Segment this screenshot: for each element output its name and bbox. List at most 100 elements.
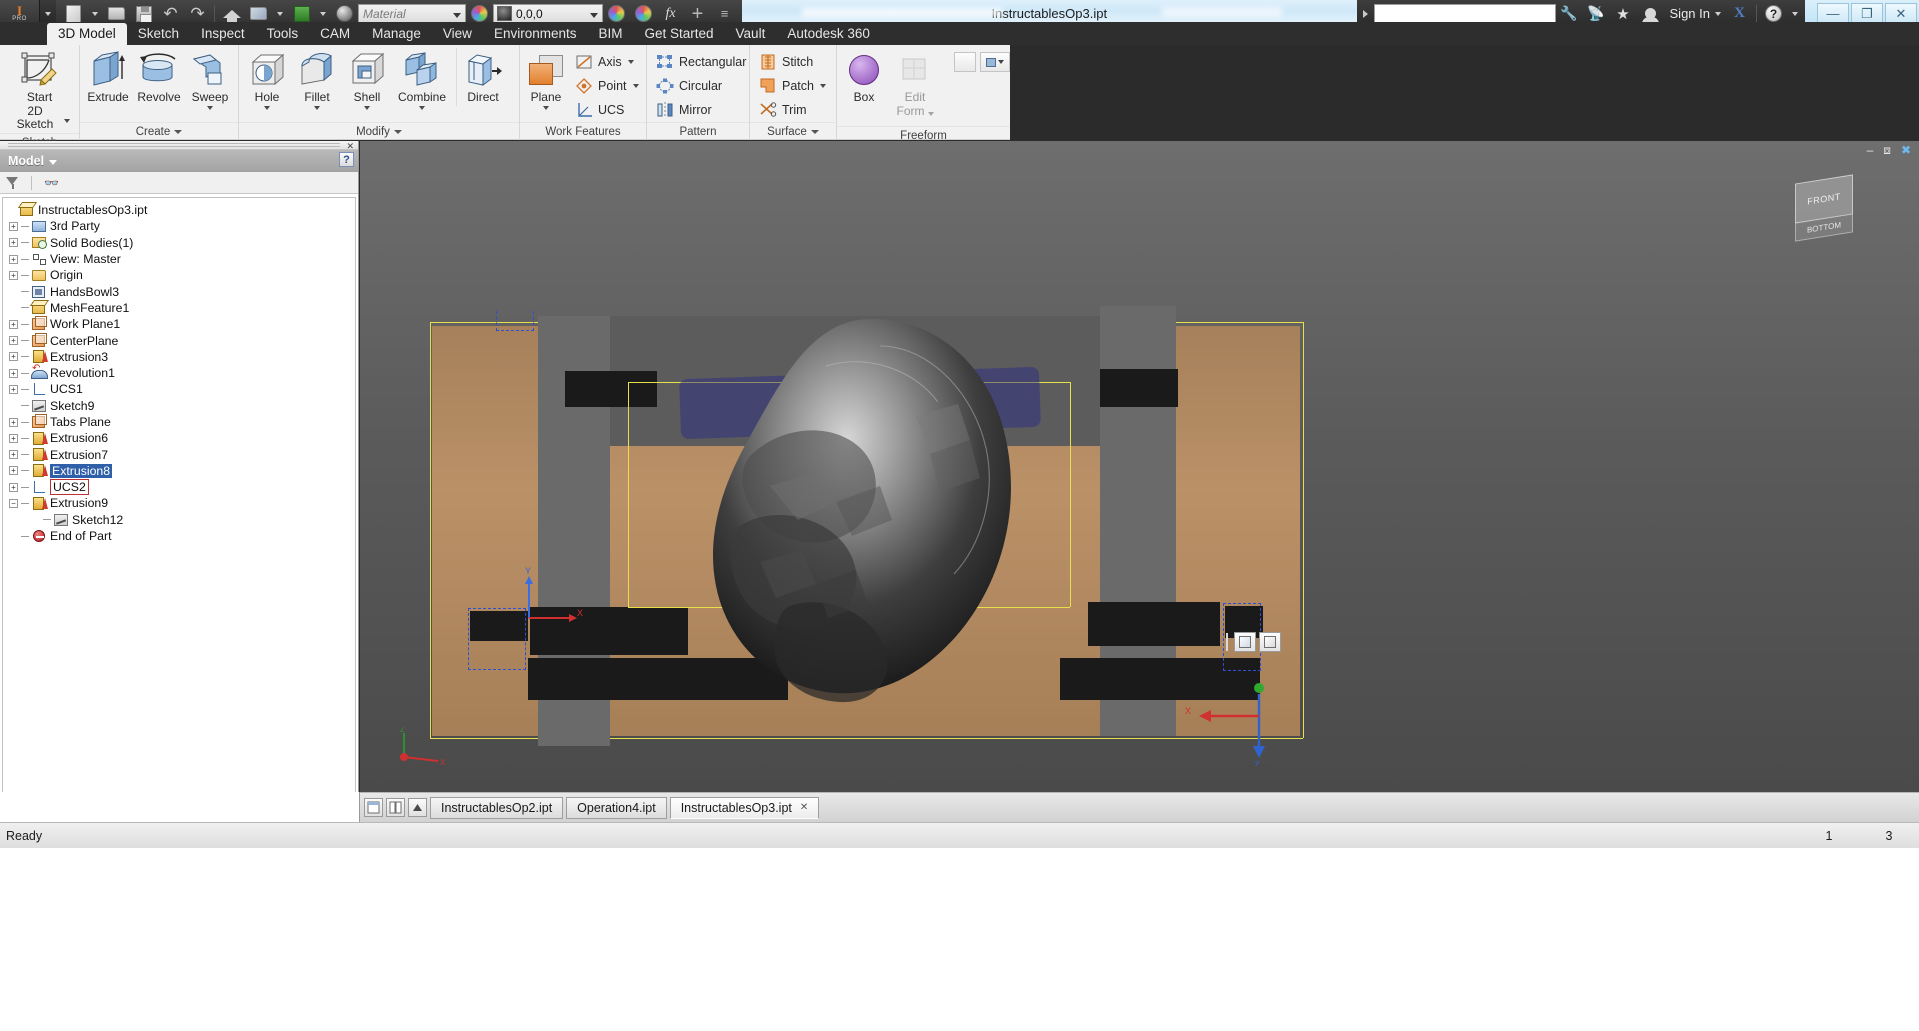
document-tab-close-icon[interactable]: ✕ xyxy=(800,802,808,813)
expand-icon[interactable]: + xyxy=(9,433,18,443)
tree-item-ucs2[interactable]: + UCS2 xyxy=(3,479,355,496)
expand-icon[interactable]: + xyxy=(9,384,18,394)
box-button[interactable]: Box xyxy=(840,48,888,106)
circular-pattern-button[interactable]: Circular xyxy=(650,74,751,98)
tab-vault[interactable]: Vault xyxy=(725,23,777,45)
expand-icon[interactable]: + xyxy=(9,270,18,280)
browser-chevron-down-icon[interactable] xyxy=(49,160,58,165)
create-panel-chevron-down-icon[interactable] xyxy=(174,129,183,134)
signin-chevron-down-icon[interactable] xyxy=(1715,11,1721,16)
expand-icon[interactable]: + xyxy=(9,254,18,264)
tree-item-extrusion8[interactable]: + Extrusion8 xyxy=(3,463,355,479)
restore-button[interactable]: ❐ xyxy=(1851,3,1883,24)
revolve-button[interactable]: Revolve xyxy=(133,48,185,106)
expand-icon[interactable]: + xyxy=(9,319,18,329)
document-tab-operation4[interactable]: Operation4.ipt xyxy=(566,796,667,819)
tab-manage[interactable]: Manage xyxy=(361,23,432,45)
trim-button[interactable]: Trim xyxy=(753,98,831,122)
model-browser-tree[interactable]: InstructablesOp3.ipt + 3rd Party + Solid… xyxy=(2,197,356,814)
viewport-minimize-icon[interactable]: – xyxy=(1867,143,1874,157)
search-input[interactable] xyxy=(1373,4,1556,23)
patch-button[interactable]: Patch xyxy=(753,74,831,98)
surface-panel-chevron-down-icon[interactable] xyxy=(810,129,819,134)
tree-item-tabs-plane[interactable]: + Tabs Plane xyxy=(3,414,355,430)
tree-item-extrusion6[interactable]: + Extrusion6 xyxy=(3,430,355,446)
tree-item-part[interactable]: InstructablesOp3.ipt xyxy=(3,202,355,218)
edit-form-button[interactable]: Edit Form xyxy=(888,48,942,120)
document-tab-instructablesop2[interactable]: InstructablesOp2.ipt xyxy=(430,796,564,819)
sweep-chevron-down-icon[interactable] xyxy=(207,106,213,110)
sweep-button[interactable]: Sweep xyxy=(185,48,235,112)
start-2d-sketch-chevron-down-icon[interactable] xyxy=(64,118,70,123)
browser-help-button[interactable]: ? xyxy=(339,152,354,167)
tree-item-revolution1[interactable]: + Revolution1 xyxy=(3,363,355,381)
material-selector[interactable]: Material xyxy=(358,3,466,24)
mini-toolbar[interactable] xyxy=(1226,630,1288,654)
tab-get-started[interactable]: Get Started xyxy=(634,23,725,45)
stitch-button[interactable]: Stitch xyxy=(753,50,831,74)
tab-3d-model[interactable]: 3D Model xyxy=(47,23,127,45)
search-expand-icon[interactable] xyxy=(1362,9,1368,18)
browser-grip-bar[interactable]: ✕ xyxy=(0,141,358,151)
expand-icon[interactable]: + xyxy=(9,417,18,427)
appearance-chevron-down-icon[interactable] xyxy=(277,11,283,16)
plane-chevron-down-icon[interactable] xyxy=(543,106,549,110)
hole-chevron-down-icon[interactable] xyxy=(264,106,270,110)
expand-icon[interactable]: + xyxy=(9,368,18,378)
axis-button[interactable]: Axis xyxy=(569,50,647,74)
expand-icon[interactable]: + xyxy=(9,336,18,346)
hole-button[interactable]: Hole xyxy=(242,48,292,112)
combine-button[interactable]: Combine xyxy=(392,48,452,112)
new-chevron-down-icon[interactable] xyxy=(92,11,98,16)
viewport-restore-icon[interactable]: ⧈ xyxy=(1883,143,1891,158)
document-tab-instructablesop3[interactable]: InstructablesOp3.ipt ✕ xyxy=(669,796,820,819)
tree-item-extrusion9[interactable]: − Extrusion9 xyxy=(3,495,355,511)
ucs-button[interactable]: UCS xyxy=(569,98,647,122)
mirror-button[interactable]: Mirror xyxy=(650,98,751,122)
close-button[interactable]: ✕ xyxy=(1885,3,1917,24)
panel-overflow-button[interactable] xyxy=(980,52,1010,72)
shell-chevron-down-icon[interactable] xyxy=(364,106,370,110)
tab-sketch[interactable]: Sketch xyxy=(127,23,190,45)
material-chevron-down-icon[interactable] xyxy=(453,12,461,18)
fillet-chevron-down-icon[interactable] xyxy=(314,106,320,110)
feature-properties-button[interactable] xyxy=(1259,632,1281,652)
expand-icon[interactable]: + xyxy=(9,238,18,248)
return-chevron-down-icon[interactable] xyxy=(320,11,326,16)
tab-view[interactable]: View xyxy=(432,23,483,45)
start-2d-sketch-button[interactable]: Start 2D Sketch xyxy=(3,48,76,133)
point-chevron-down-icon[interactable] xyxy=(632,84,639,88)
expand-icon[interactable]: + xyxy=(9,482,18,492)
direct-button[interactable]: Direct xyxy=(456,48,509,106)
edit-feature-button[interactable] xyxy=(1234,632,1256,652)
tab-scroll-up-icon[interactable] xyxy=(408,798,427,817)
appearance-selector[interactable]: 0,0,0 xyxy=(493,3,603,24)
convert-tool-button[interactable] xyxy=(954,52,976,72)
tree-item-centerplane[interactable]: + CenterPlane xyxy=(3,332,355,348)
help-chevron-down-icon[interactable] xyxy=(1792,11,1798,16)
plane-button[interactable]: Plane xyxy=(523,48,569,112)
expand-icon[interactable]: + xyxy=(9,450,18,460)
view-cube[interactable]: FRONT BOTTOM xyxy=(1795,174,1867,242)
tab-bim[interactable]: BIM xyxy=(587,23,633,45)
tab-environments[interactable]: Environments xyxy=(483,23,588,45)
filter-icon[interactable] xyxy=(6,176,19,189)
find-binoculars-icon[interactable]: 👓 xyxy=(44,176,59,190)
tree-item-sketch12[interactable]: Sketch12 xyxy=(3,512,355,528)
shell-button[interactable]: Shell xyxy=(342,48,392,112)
edit-form-chevron-down-icon[interactable] xyxy=(927,112,934,116)
tree-item-handsbowl3[interactable]: HandsBowl3 xyxy=(3,283,355,299)
minimize-button[interactable]: — xyxy=(1817,3,1849,24)
extrude-button[interactable]: Extrude xyxy=(83,48,133,106)
viewport-close-icon[interactable]: ✖ xyxy=(1901,143,1911,157)
expand-icon[interactable]: + xyxy=(9,352,18,362)
tab-autodesk-360[interactable]: Autodesk 360 xyxy=(776,23,881,45)
3d-viewport[interactable]: – ⧈ ✖ FRONT BOTTOM Y X Z X Z X xyxy=(360,141,1919,792)
expand-icon[interactable]: + xyxy=(9,466,18,476)
tree-item-work-plane1[interactable]: + Work Plane1 xyxy=(3,316,355,332)
app-menu-chevron-down-icon[interactable] xyxy=(45,11,51,16)
tab-inspect[interactable]: Inspect xyxy=(190,23,256,45)
patch-chevron-down-icon[interactable] xyxy=(819,84,826,88)
collapse-icon[interactable]: − xyxy=(9,498,18,508)
multi-view-icon[interactable] xyxy=(386,798,405,817)
